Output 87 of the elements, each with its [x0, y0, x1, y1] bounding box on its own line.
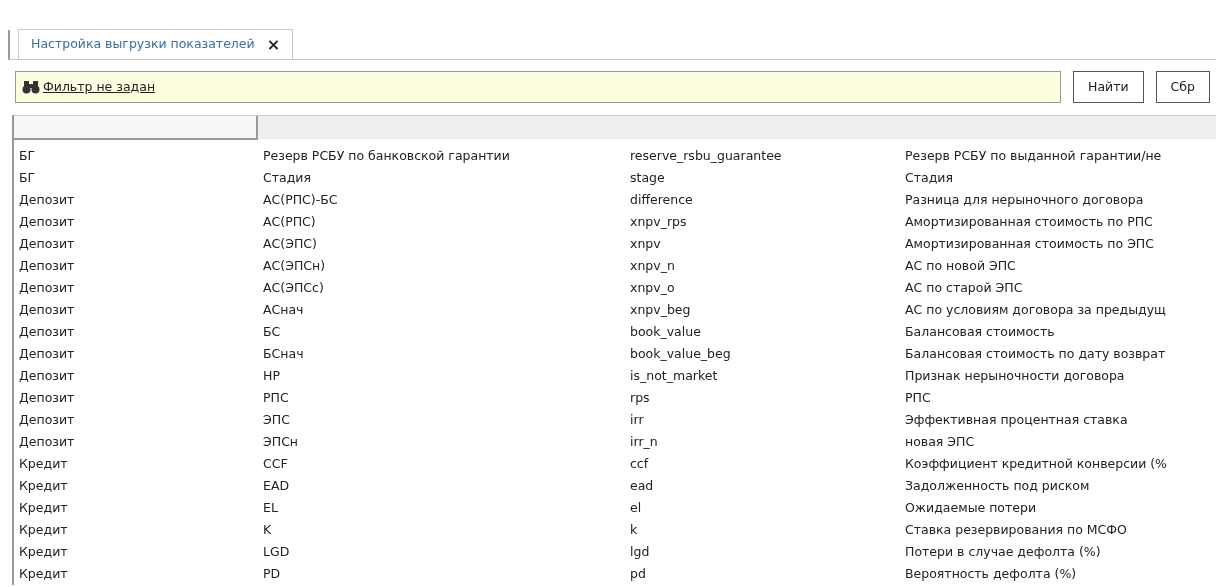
table-cell-text: Потери в случае дефолта (%): [904, 542, 1101, 561]
table-cell-text: АС по старой ЭПС: [904, 278, 1023, 297]
table-cell-text: НР: [262, 366, 281, 385]
table-cell-text: stage: [629, 168, 666, 187]
table-cell-text: Амортизированная стоимость по ЭПС: [904, 234, 1154, 253]
table-cell-text: АС по условиям договора за предыдущ: [904, 300, 1166, 319]
table-cell-text: Ожидаемые потери: [904, 498, 1037, 517]
table-cell-text: Коэффициент кредитной конверсии (%: [904, 454, 1167, 473]
table-cell-text: БГ: [18, 146, 37, 165]
table-cell-text: Резерв РСБУ по банковской гарантии: [262, 146, 511, 165]
table-cell-text: LGD: [262, 542, 291, 561]
table-cell-text: РПС: [262, 388, 290, 407]
table-cell-text: Балансовая стоимость по дату возврат: [904, 344, 1166, 363]
table-cell-text: xnpv_n: [629, 256, 676, 275]
table-cell-text: pd: [629, 564, 647, 583]
filter-button[interactable]: Найти: [1073, 71, 1144, 103]
table-cell-text: БСнач: [262, 344, 305, 363]
binoculars-icon: [22, 80, 40, 94]
table-cell-text: ЭПС: [262, 410, 291, 429]
table-cell-text: xnpv_rps: [629, 212, 688, 231]
table-cell-text: АС(РПС)-БС: [262, 190, 339, 209]
table-cell-text: БС: [262, 322, 282, 341]
table-cell-text: reserve_rsbu_guarantee: [629, 146, 783, 165]
table-cell-text: book_value: [629, 322, 702, 341]
table-cell-text: Разница для нерыночного договора: [904, 190, 1144, 209]
close-icon[interactable]: ×: [266, 36, 281, 53]
table-cell-text: rps: [629, 388, 651, 407]
filter-link[interactable]: Фильтр не задан: [43, 77, 156, 97]
table-cell-text: Амортизированная стоимость по РПС: [904, 212, 1153, 231]
table-cell-text: CCF: [262, 454, 289, 473]
table-cell-text: Депозит: [18, 366, 76, 385]
table-cell-text: k: [629, 520, 639, 539]
table-cell-text: irr_n: [629, 432, 659, 451]
table-cell-text: Стадия: [262, 168, 312, 187]
table-cell-text: Кредит: [18, 542, 69, 561]
table-cell-text: ЭПСн: [262, 432, 300, 451]
tab[interactable]: Настройка выгрузки показателей ×: [18, 29, 294, 59]
table-cell-text: Кредит: [18, 454, 69, 473]
table-cell-text: Депозит: [18, 344, 76, 363]
table-cell-text: АС(ЭПСн): [262, 256, 327, 275]
table-cell-text: Депозит: [18, 234, 76, 253]
table-cell-text: is_not_market: [629, 366, 719, 385]
table-cell-text: Депозит: [18, 432, 76, 451]
table-cell-text: АС по новой ЭПС: [904, 256, 1016, 275]
table-cell-text: Депозит: [18, 212, 76, 231]
table-cell-text: РПС: [904, 388, 931, 407]
table-cell-text: Кредит: [18, 498, 69, 517]
table-cell-text: Депозит: [18, 256, 76, 275]
table-cell-text: Депозит: [18, 322, 76, 341]
table-cell-text: Эффективная процентная ставка: [904, 410, 1128, 429]
table-cell-text: Кредит: [18, 564, 69, 583]
table-cell-text: ead: [629, 476, 655, 495]
table-cell-text: АС(ЭПС): [262, 234, 318, 253]
table-cell-text: Депозит: [18, 190, 76, 209]
table-cell-text: xnpv_beg: [629, 300, 692, 319]
table-cell-text: difference: [629, 190, 694, 209]
table-cell-text: Признак нерыночности договора: [904, 366, 1125, 385]
table-cell-text: Депозит: [18, 388, 76, 407]
table-cell-text: el: [629, 498, 643, 517]
table-cell-text: book_value_beg: [629, 344, 732, 363]
filter-field[interactable]: [14, 116, 258, 140]
table-cell-text: EAD: [262, 476, 291, 495]
table-cell-text: Депозит: [18, 410, 76, 429]
table-cell-text: EL: [262, 498, 279, 517]
table-cell-text: Вероятность дефолта (%): [904, 564, 1077, 583]
table-cell-text: K: [262, 520, 273, 539]
table-cell-text: PD: [262, 564, 282, 583]
table-cell-text: xnpv: [629, 234, 662, 253]
table-cell-text: xnpv_o: [629, 278, 676, 297]
table-cell-text: АС(РПС): [262, 212, 317, 231]
table-cell-text: Ставка резервирования по МСФО: [904, 520, 1127, 539]
table-cell-text: новая ЭПС: [904, 432, 975, 451]
table-cell-text: Балансовая стоимость: [904, 322, 1055, 341]
table-cell-text: Кредит: [18, 520, 69, 539]
table-cell-text: БГ: [18, 168, 37, 187]
table-cell-text: Кредит: [18, 476, 69, 495]
table-cell-text: Резерв РСБУ по выданной гарантии/не: [904, 146, 1162, 165]
table-cell-text: АС(ЭПСс): [262, 278, 325, 297]
table-cell-text: Депозит: [18, 300, 76, 319]
table-cell-text: Депозит: [18, 278, 76, 297]
table-cell-text: Задолженность под риском: [904, 476, 1090, 495]
filter-button[interactable]: Сбр: [1155, 71, 1210, 103]
table-cell-text: ccf: [629, 454, 650, 473]
table-cell-text: Стадия: [904, 168, 953, 187]
table-cell-text: irr: [629, 410, 645, 429]
table-cell-text: АСнач: [262, 300, 305, 319]
table-cell-text: lgd: [629, 542, 651, 561]
